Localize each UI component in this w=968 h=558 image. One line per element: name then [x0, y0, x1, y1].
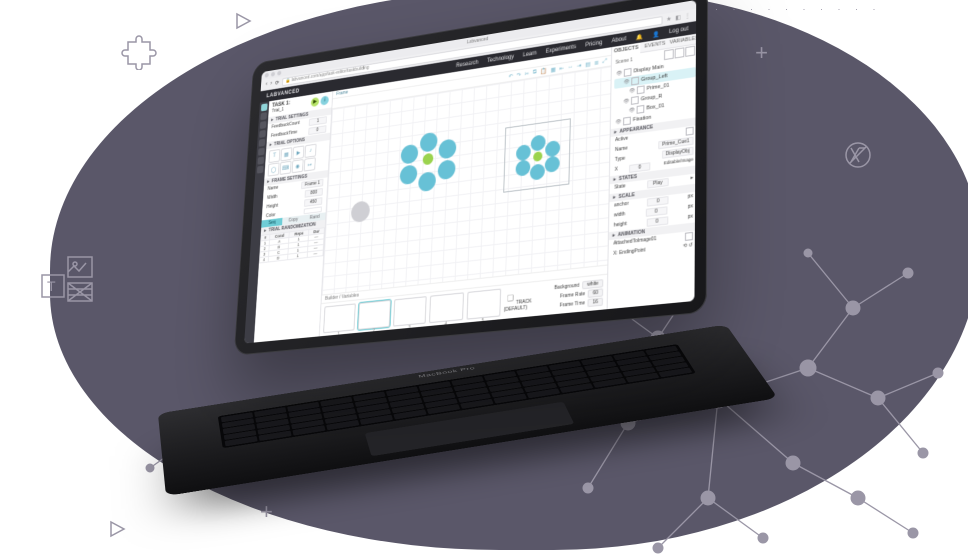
bookmark-icon[interactable]: ★ [666, 15, 671, 23]
frame-thumb[interactable]: 1 [323, 303, 356, 333]
undo-icon[interactable]: ↶ [508, 73, 513, 80]
laptop-lid: Labvanced ‹ › ⟳ 🔒 labvanced.com/app/task… [234, 0, 708, 356]
user-icon[interactable]: 👤 [652, 30, 659, 38]
circle-cross-icon [843, 140, 873, 170]
window-close-dot[interactable] [265, 73, 269, 78]
scene-label: Scene 1 [615, 57, 632, 65]
ribbon-item[interactable] [257, 157, 264, 165]
logout-link[interactable]: Log out [669, 26, 688, 35]
lock-icon: 🔒 [285, 77, 290, 83]
status-chip-view[interactable]: i [320, 95, 329, 105]
nav-reload-icon[interactable]: ⟳ [275, 79, 279, 86]
extension-icon[interactable]: ◧ [675, 14, 681, 22]
frame-thumb[interactable]: 5 [466, 289, 501, 320]
section-scale[interactable]: SCALE [609, 183, 696, 202]
zoom-icon[interactable]: ⤢ [603, 58, 608, 65]
tree-node[interactable]: 👁Box_01 [614, 97, 696, 118]
panel-action-icon[interactable] [674, 47, 684, 58]
value-input[interactable]: 0 [629, 162, 650, 173]
opt-image-icon[interactable]: ▦ [280, 147, 292, 161]
paste-icon[interactable]: 📋 [540, 67, 547, 75]
value-input[interactable]: 0 [645, 206, 667, 217]
nav-experiments[interactable]: Experiments [546, 44, 577, 55]
plus-icon: + [260, 501, 273, 523]
value-input[interactable]: Play [647, 178, 669, 189]
frame-thumb[interactable]: 2 [358, 300, 391, 330]
value-input[interactable]: white [582, 279, 603, 289]
ribbon-item[interactable] [260, 121, 267, 129]
value-input[interactable]: 0 [646, 216, 668, 227]
section-animation[interactable]: ANIMATION [609, 222, 697, 240]
laptop-mock: MacBook Pro Labvanced ‹ [130, 16, 770, 486]
center-panel: Frame ↶ ↷ ✂ ⧉ 📋 ▦ ⇤ ↔ ⇥ ▤ ≣ ⤢ [320, 47, 611, 336]
visibility-icon[interactable]: 👁 [616, 70, 622, 77]
ribbon-item[interactable] [261, 103, 268, 111]
tree-node[interactable]: 👁Display Main [614, 57, 696, 79]
nav-forward-icon[interactable]: › [270, 81, 272, 87]
ribbon-item[interactable] [258, 148, 265, 156]
screen: Labvanced ‹ › ⟳ 🔒 labvanced.com/app/task… [244, 0, 696, 344]
menu-icon[interactable]: ⋮ [685, 12, 691, 20]
widget-tools-icon: T [38, 255, 98, 315]
value-input[interactable]: DisplayObj [662, 147, 694, 159]
value-input[interactable]: Prime_Cue1 [658, 137, 693, 150]
anim-checkbox[interactable] [685, 232, 693, 241]
cut-icon[interactable]: ✂ [524, 70, 529, 77]
play-outline-icon [108, 520, 126, 538]
nav-about[interactable]: About [612, 36, 627, 44]
anim-arrows[interactable]: ⟲ ↺ [683, 242, 693, 249]
align-right-icon[interactable]: ⇥ [577, 62, 582, 69]
opt-audio-icon[interactable]: ♪ [304, 144, 316, 158]
group-icon[interactable]: ▦ [551, 66, 556, 73]
frame-thumb[interactable]: 4 [429, 292, 463, 323]
nav-pricing[interactable]: Pricing [585, 40, 602, 48]
nav-learn[interactable]: Learn [523, 51, 537, 59]
opt-button-icon[interactable]: ◉ [292, 159, 304, 173]
tree-node[interactable]: 👁Group_R [614, 87, 696, 109]
frame-thumb[interactable]: 3 [393, 296, 427, 326]
value-input[interactable]: 16 [588, 297, 603, 307]
value-input[interactable]: 60 [588, 288, 603, 298]
tree-node[interactable]: 👁Prime_01 [614, 77, 696, 99]
tree-node[interactable]: 👁Fixation [613, 107, 695, 128]
section-states[interactable]: STATES [610, 165, 697, 184]
align-left-icon[interactable]: ⇤ [559, 65, 564, 72]
track-label: TRACK (DEFAULT) [504, 298, 532, 313]
tree-node[interactable]: 👁Group_Left [614, 67, 696, 89]
canvas-object-cluster-left[interactable] [401, 127, 455, 190]
redo-icon[interactable]: ↷ [516, 71, 521, 78]
nav-back-icon[interactable]: ‹ [266, 82, 268, 88]
notify-icon[interactable]: 🔔 [636, 33, 643, 41]
svg-text:T: T [47, 278, 56, 294]
ribbon-item[interactable] [259, 139, 266, 147]
align-center-icon[interactable]: ↔ [568, 64, 574, 71]
canvas-object-box[interactable] [503, 118, 571, 192]
play-state-icon[interactable]: ▸ [691, 175, 694, 183]
window-max-dot[interactable] [277, 71, 281, 76]
frame-props: Backgroundwhite Frame Rate60 Frame Time1… [554, 279, 603, 310]
layers-icon[interactable]: ≣ [594, 59, 599, 66]
active-checkbox[interactable] [686, 127, 694, 136]
section-appearance[interactable]: APPEARANCE [610, 117, 696, 137]
panel-action-icon[interactable] [664, 49, 674, 60]
value-input[interactable]: 0 [647, 196, 669, 207]
right-panel: OBJECTS EVENTS VARIABLES Scene 1 👁Displa… [606, 33, 696, 309]
ribbon-item[interactable] [260, 112, 267, 120]
opt-nav-icon[interactable]: ↦ [304, 157, 316, 171]
window-min-dot[interactable] [271, 72, 275, 77]
panel-action-icon[interactable] [685, 46, 695, 57]
status-chip-run[interactable]: ▶ [311, 97, 320, 107]
track-checkbox[interactable] [507, 294, 513, 301]
ribbon-item[interactable] [257, 166, 264, 174]
object-tree: 👁Display Main 👁Group_Left 👁Prime_01 👁Gro… [611, 56, 697, 129]
grid-icon[interactable]: ▤ [585, 60, 590, 67]
opt-video-icon[interactable]: ▶ [292, 145, 304, 159]
opt-text-icon[interactable]: T [268, 149, 280, 163]
opt-input-icon[interactable]: ⌨ [280, 161, 292, 175]
canvas-object-blank[interactable] [351, 200, 371, 223]
ribbon-item[interactable] [259, 130, 266, 138]
editable-label: Editable/Image [664, 157, 694, 169]
opt-shape-icon[interactable]: ◯ [268, 162, 280, 176]
copy-icon[interactable]: ⧉ [533, 69, 537, 76]
